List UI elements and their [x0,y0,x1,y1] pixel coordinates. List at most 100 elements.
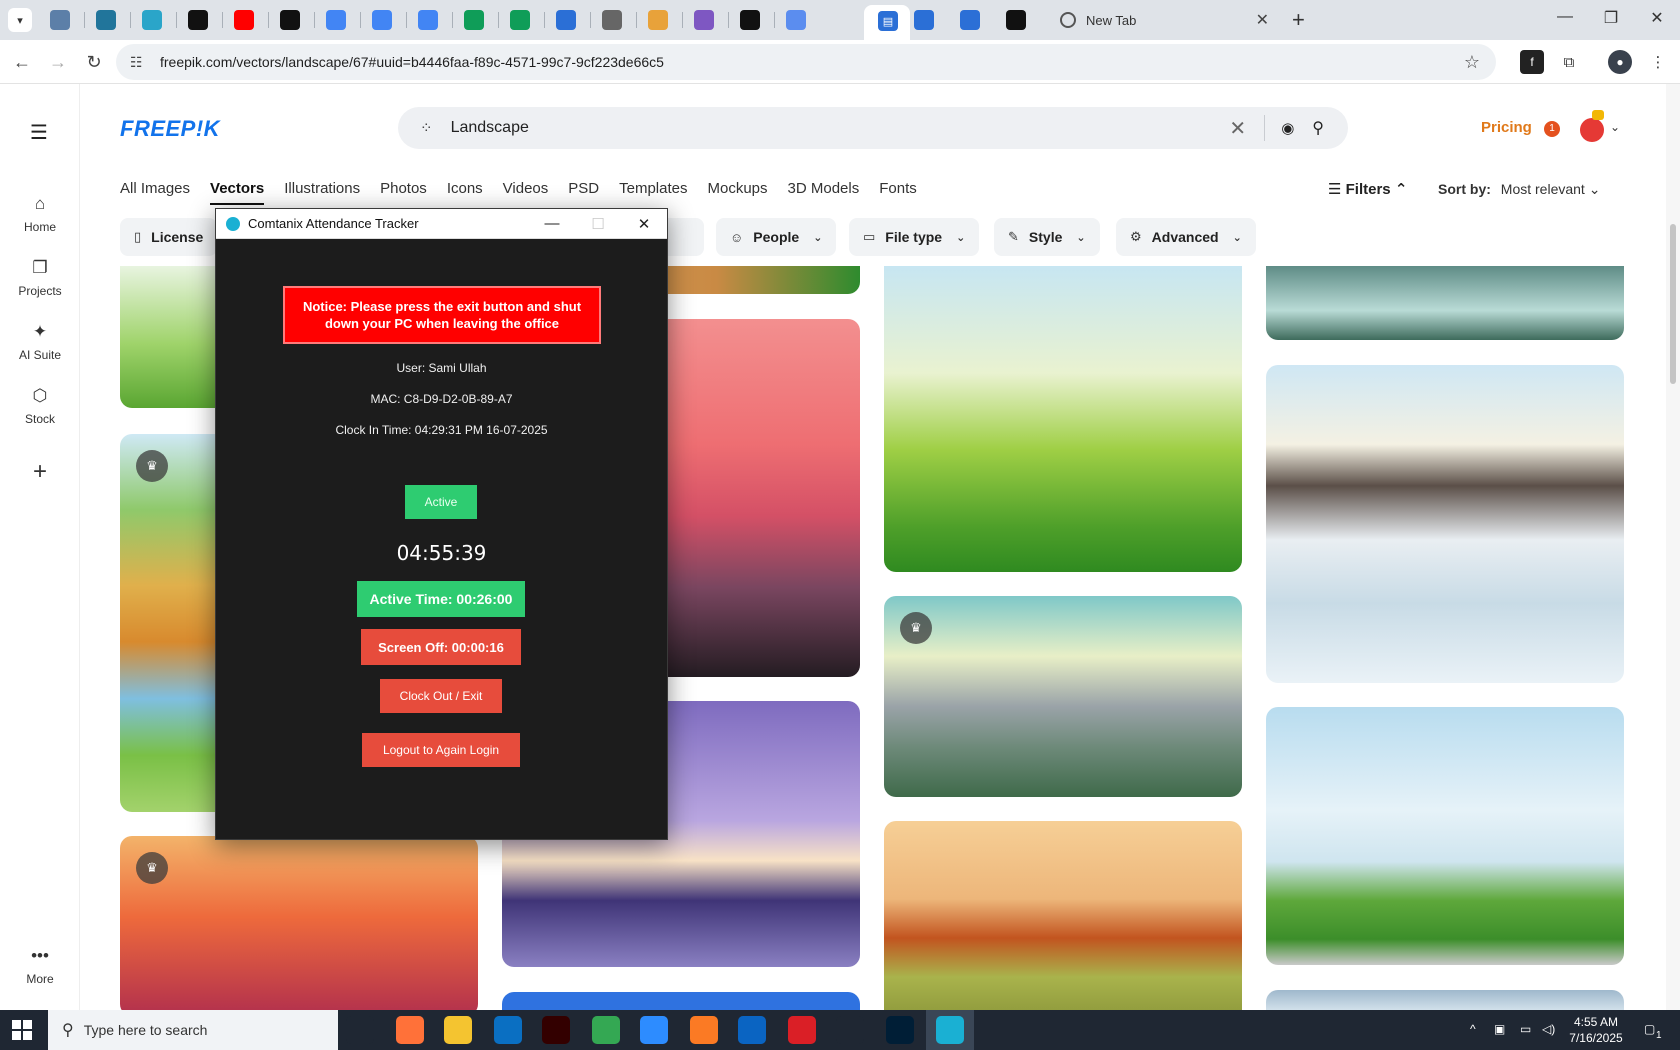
photoshop-icon[interactable] [886,1016,914,1044]
tab-icons[interactable]: Icons [447,180,483,205]
nav-more[interactable]: ••• More [0,946,80,986]
sheets-icon[interactable] [464,10,484,30]
notification-badge[interactable]: 1 [1544,121,1560,137]
close-icon[interactable]: ✕ [621,215,667,233]
tab-3d-models[interactable]: 3D Models [788,180,860,205]
browser-menu-icon[interactable]: ⋮ [1646,50,1670,74]
tab-vectors[interactable]: Vectors [210,180,265,205]
circle-app-icon[interactable] [142,10,162,30]
url-text[interactable]: freepik.com/vectors/landscape/67#uuid=b4… [160,54,1464,70]
taskbar-clock[interactable]: 4:55 AM 7/16/2025 [1556,1014,1636,1046]
bolt-icon[interactable] [280,10,300,30]
grid-icon[interactable] [786,10,806,30]
nav-stock[interactable]: ⬡ Stock [0,386,80,426]
sort-by-dropdown[interactable]: Sort by: Most relevant ⌄ [1438,181,1600,198]
comtanix-icon[interactable] [936,1016,964,1044]
freepik-search-bar[interactable]: ⁘ Landscape ✕ ◉ ⚲ [398,107,1348,149]
tray-wifi-icon[interactable]: ▭ [1520,1022,1531,1036]
m-icon[interactable] [1006,10,1026,30]
a-icon[interactable] [740,10,760,30]
style-filter-chip[interactable]: ✎ Style ⌄ [994,218,1100,256]
bookmark-star-icon[interactable]: ☆ [1464,52,1480,73]
scrollbar-thumb[interactable] [1670,224,1676,384]
close-tab-icon[interactable]: ✕ [1256,10,1269,30]
task-view-icon[interactable] [346,1016,374,1044]
landscape-thumbnail[interactable] [1266,365,1624,683]
code-icon[interactable] [694,10,714,30]
landscape-thumbnail[interactable]: ♛ [120,836,478,1016]
zoom-icon[interactable] [640,1016,668,1044]
minimize-window-button[interactable]: — [1542,8,1588,26]
clock-out-button[interactable]: Clock Out / Exit [380,679,502,713]
minimize-icon[interactable]: — [529,215,575,232]
wordpress-icon[interactable] [96,10,116,30]
restore-window-button[interactable]: ❐ [1588,8,1634,28]
illustrator-icon[interactable] [542,1016,570,1044]
landscape-thumbnail[interactable] [1266,266,1624,340]
tab-all-images[interactable]: All Images [120,180,190,205]
address-bar[interactable]: ☷ freepik.com/vectors/landscape/67#uuid=… [116,44,1496,80]
extension-f-icon[interactable]: f [1520,50,1544,74]
reload-icon[interactable]: ↻ [82,50,106,74]
taskbar-search-box[interactable]: ⚲ Type here to search [48,1010,338,1050]
file-explorer-icon[interactable] [444,1016,472,1044]
logout-button[interactable]: Logout to Again Login [362,733,520,767]
tray-volume-icon[interactable]: ◁) [1542,1022,1555,1036]
user-avatar[interactable] [1580,118,1604,142]
active-tab[interactable]: ▤ [864,5,910,40]
search-type-icon[interactable]: ⁘ [420,119,433,137]
page-scrollbar[interactable] [1666,84,1680,1010]
action-center-icon[interactable]: ▢ [1644,1022,1655,1036]
hamburger-menu-icon[interactable]: ☰ [30,120,48,145]
tab-search-chevron-icon[interactable]: ▾ [8,8,32,32]
people-filter-chip[interactable]: ☺ People ⌄ [716,218,837,256]
forms-icon[interactable] [960,10,980,30]
search-input[interactable]: Landscape [451,119,1230,137]
tray-chevron-icon[interactable]: ^ [1470,1022,1476,1036]
nav-home[interactable]: ⌂ Home [0,194,80,234]
pricing-link[interactable]: Pricing [1481,119,1532,136]
landscape-thumbnail[interactable]: ♛ [884,596,1242,797]
outlook-icon[interactable] [738,1016,766,1044]
tab-photos[interactable]: Photos [380,180,427,205]
nav-ai-suite[interactable]: ✦ AI Suite [0,322,80,362]
camera-search-icon[interactable]: ◉ [1281,119,1294,137]
youtube-icon[interactable] [234,10,254,30]
tab-illustrations[interactable]: Illustrations [284,180,360,205]
close-window-button[interactable]: ✕ [1634,8,1680,28]
creative-cloud-icon[interactable] [788,1016,816,1044]
advanced-filter-chip[interactable]: ⚙ Advanced ⌄ [1116,218,1256,256]
windows-start-icon[interactable] [12,1020,32,1040]
forms-icon[interactable] [914,10,934,30]
landscape-thumbnail[interactable] [884,821,1242,1016]
xampp-icon[interactable] [690,1016,718,1044]
chart-icon[interactable] [556,10,576,30]
attendance-titlebar[interactable]: Comtanix Attendance Tracker — ☐ ✕ [216,209,667,239]
clear-search-icon[interactable]: ✕ [1229,116,1246,141]
filters-button[interactable]: ☰ Filters ⌃ [1328,180,1407,198]
search-icon[interactable]: ⚲ [1312,118,1324,138]
tab-new-tab[interactable]: New Tab ✕ [1052,6,1277,34]
new-tab-button[interactable]: + [1292,7,1305,33]
openai-icon[interactable] [188,10,208,30]
sheets-icon[interactable] [510,10,530,30]
tray-network-icon[interactable]: ▣ [1494,1022,1505,1036]
file-type-filter-chip[interactable]: ▭ File type ⌄ [849,218,980,256]
license-filter-chip[interactable]: ▯ License [120,218,218,256]
docs-icon[interactable] [418,10,438,30]
globe-icon[interactable] [602,10,622,30]
back-arrow-icon[interactable]: ← [10,50,34,74]
pen-icon[interactable] [648,10,668,30]
chrome-icon[interactable] [592,1016,620,1044]
firefox-icon[interactable] [396,1016,424,1044]
nav-projects[interactable]: ❐ Projects [0,258,80,298]
chevron-down-icon[interactable]: ⌄ [1610,120,1620,134]
nav-add[interactable]: + [0,458,80,485]
docs-icon[interactable] [326,10,346,30]
landscape-thumbnail[interactable] [884,266,1242,572]
tab-videos[interactable]: Videos [503,180,549,205]
tab-psd[interactable]: PSD [568,180,599,205]
pen-tool-icon[interactable] [836,1016,864,1044]
site-info-icon[interactable]: ☷ [130,54,148,71]
forward-arrow-icon[interactable]: → [46,50,70,74]
